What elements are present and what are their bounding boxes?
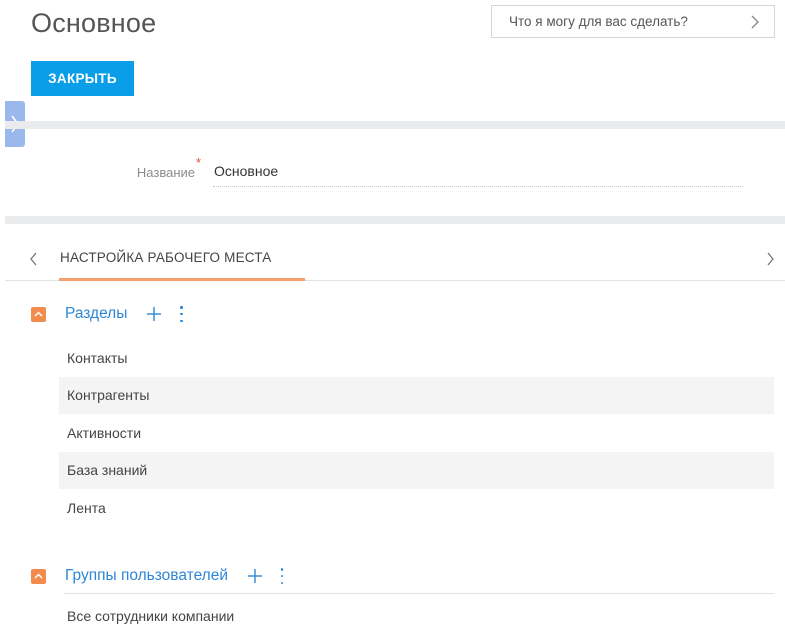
user-groups-header: Группы пользователей — [31, 565, 285, 587]
user-groups-list: Все сотрудники компании — [59, 597, 774, 624]
name-field-label: Название — [136, 165, 195, 180]
close-button[interactable]: ЗАКРЫТЬ — [31, 61, 134, 96]
tabs-bar: НАСТРОЙКА РАБОЧЕГО МЕСТА — [5, 240, 785, 281]
more-options-icon[interactable] — [178, 306, 184, 322]
section-divider — [5, 216, 785, 224]
add-icon[interactable] — [246, 567, 264, 585]
collapse-sections-button[interactable] — [31, 306, 46, 322]
chevron-up-icon — [34, 311, 43, 317]
list-item[interactable]: Лента — [59, 489, 774, 527]
section-divider — [5, 121, 785, 129]
user-groups-title[interactable]: Группы пользователей — [65, 567, 228, 585]
page-title: Основное — [31, 8, 157, 38]
sections-group-header: Разделы — [31, 303, 184, 325]
sections-group-title[interactable]: Разделы — [65, 305, 127, 323]
chevron-up-icon — [34, 573, 43, 579]
tabs-scroll-left-icon[interactable] — [28, 250, 40, 268]
search-placeholder: Что я могу для вас сделать? — [509, 14, 688, 29]
tab-workplace-settings[interactable]: НАСТРОЙКА РАБОЧЕГО МЕСТА — [60, 250, 272, 265]
collapse-user-groups-button[interactable] — [31, 568, 46, 584]
list-item[interactable]: Контакты — [59, 339, 774, 377]
search-input[interactable]: Что я могу для вас сделать? — [491, 5, 775, 38]
list-item[interactable]: Активности — [59, 414, 774, 452]
list-item[interactable]: Все сотрудники компании — [59, 597, 774, 624]
add-icon[interactable] — [145, 305, 163, 323]
required-indicator: * — [196, 155, 202, 170]
list-item[interactable]: База знаний — [59, 451, 774, 489]
more-options-icon[interactable] — [279, 568, 285, 584]
group-divider — [64, 593, 774, 594]
list-item[interactable]: Контрагенты — [59, 376, 774, 414]
sections-list: Контакты Контрагенты Активности База зна… — [59, 339, 774, 527]
name-field[interactable]: Основное — [213, 157, 743, 187]
active-tab-indicator — [59, 278, 305, 281]
tabs-scroll-right-icon[interactable] — [764, 250, 776, 268]
chevron-right-icon[interactable] — [748, 13, 762, 31]
